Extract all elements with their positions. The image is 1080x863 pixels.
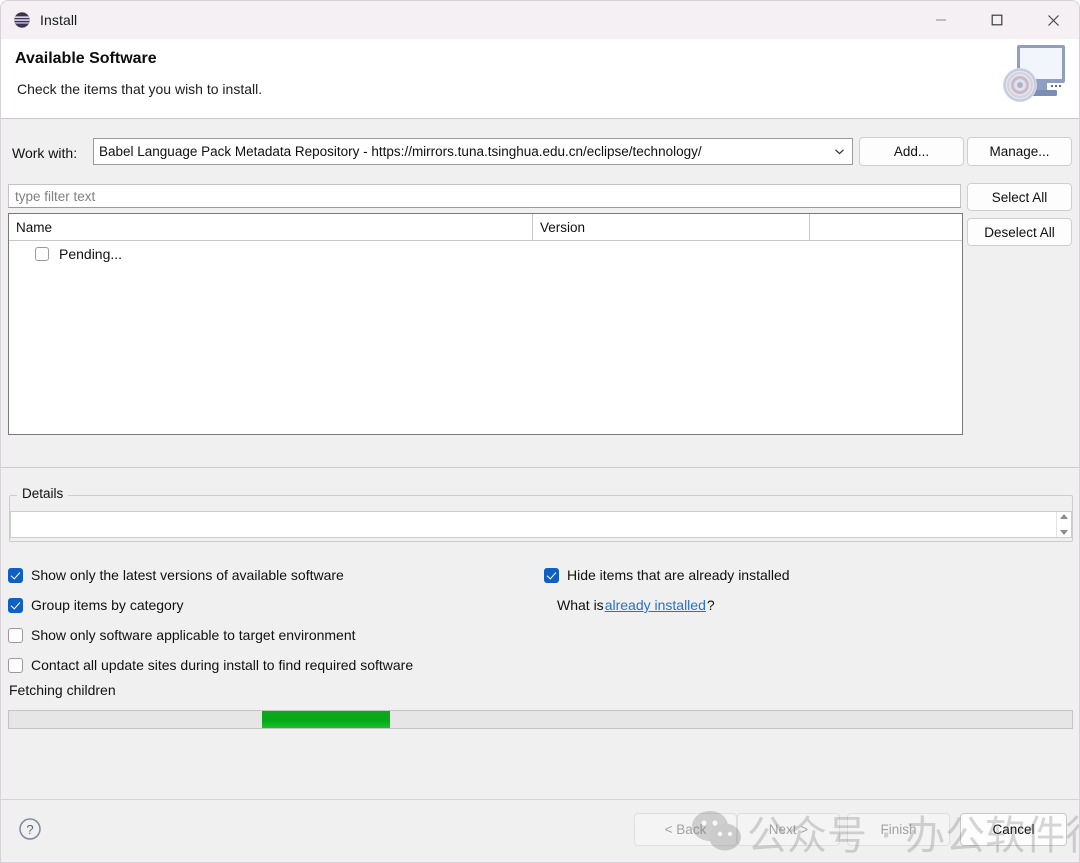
progress-bar — [8, 710, 1073, 729]
already-installed-link[interactable]: already installed — [605, 597, 706, 613]
eclipse-globe-icon — [14, 12, 30, 28]
row-checkbox[interactable] — [35, 247, 49, 261]
help-icon[interactable]: ? — [18, 817, 42, 841]
checkbox-group-by-category[interactable] — [8, 597, 23, 613]
what-is-suffix: ? — [706, 597, 715, 613]
work-with-combobox[interactable]: Babel Language Pack Metadata Repository … — [93, 138, 853, 165]
checkbox-show-latest-versions[interactable] — [8, 567, 23, 583]
window-title: Install — [40, 12, 78, 28]
option-target-environment[interactable]: Show only software applicable to target … — [8, 627, 356, 643]
page-subtitle: Check the items that you wish to install… — [17, 81, 263, 97]
checkbox-target-environment[interactable] — [8, 627, 23, 643]
option-contact-update-sites[interactable]: Contact all update sites during install … — [8, 657, 413, 673]
page-title: Available Software — [15, 50, 157, 67]
details-text-area[interactable] — [10, 511, 1072, 538]
option-show-latest-versions[interactable]: Show only the latest versions of availab… — [8, 567, 344, 583]
manage-repositories-button[interactable]: Manage... — [967, 137, 1072, 166]
option-label: Show only the latest versions of availab… — [31, 567, 344, 583]
finish-button[interactable]: Finish — [847, 813, 950, 846]
deselect-all-button[interactable]: Deselect All — [967, 218, 1072, 246]
close-icon — [1047, 14, 1059, 26]
next-button[interactable]: Next > — [737, 813, 840, 846]
option-label: Contact all update sites during install … — [31, 657, 414, 673]
filter-input[interactable]: type filter text — [8, 184, 961, 208]
scroll-down-icon[interactable] — [1060, 530, 1068, 535]
option-label: Group items by category — [31, 597, 184, 613]
filter-placeholder: type filter text — [15, 188, 96, 204]
section-divider — [1, 467, 1079, 468]
row-label: Pending... — [59, 246, 123, 262]
column-header-version[interactable]: Version — [532, 214, 809, 241]
option-hide-installed[interactable]: Hide items that are already installed — [544, 567, 790, 583]
option-label: Hide items that are already installed — [567, 567, 790, 583]
option-group-by-category[interactable]: Group items by category — [8, 597, 184, 613]
window-titlebar: Install — [1, 1, 1079, 39]
back-button[interactable]: < Back — [634, 813, 737, 846]
chevron-down-icon[interactable] — [826, 139, 852, 164]
progress-bar-fill — [262, 711, 390, 728]
footer-divider — [1, 799, 1079, 800]
option-label: Show only software applicable to target … — [31, 627, 356, 643]
what-is-already-installed-row: What is already installed ? — [557, 597, 715, 613]
available-software-table[interactable]: Name Version Pending... — [8, 213, 963, 435]
scroll-up-icon[interactable] — [1060, 514, 1068, 519]
window-controls — [913, 1, 1079, 39]
svg-text:?: ? — [26, 822, 33, 837]
details-text — [11, 512, 1056, 537]
minimize-icon — [936, 19, 946, 21]
what-is-prefix: What is — [557, 597, 604, 613]
close-button[interactable] — [1025, 1, 1079, 39]
table-body: Pending... — [9, 241, 962, 434]
table-row[interactable]: Pending... — [9, 241, 962, 267]
details-scrollbar[interactable] — [1056, 512, 1071, 537]
status-text: Fetching children — [9, 682, 116, 698]
table-header-row: Name Version — [9, 214, 962, 241]
work-with-label: Work with: — [12, 145, 78, 161]
column-header-extra[interactable] — [809, 214, 962, 241]
work-with-value: Babel Language Pack Metadata Repository … — [99, 144, 702, 159]
monitor-disc-icon — [1003, 45, 1065, 102]
column-header-name[interactable]: Name — [9, 214, 532, 241]
checkbox-contact-update-sites[interactable] — [8, 657, 23, 673]
select-all-button[interactable]: Select All — [967, 183, 1072, 211]
details-legend: Details — [17, 486, 69, 501]
dialog-header: Available Software Check the items that … — [1, 39, 1079, 119]
install-dialog-window: Install Available Software Check the ite… — [0, 0, 1080, 863]
cancel-button[interactable]: Cancel — [960, 813, 1067, 846]
add-repository-button[interactable]: Add... — [859, 137, 964, 166]
maximize-icon — [991, 14, 1003, 26]
checkbox-hide-installed[interactable] — [544, 567, 559, 583]
minimize-button[interactable] — [913, 1, 969, 39]
maximize-button[interactable] — [969, 1, 1025, 39]
